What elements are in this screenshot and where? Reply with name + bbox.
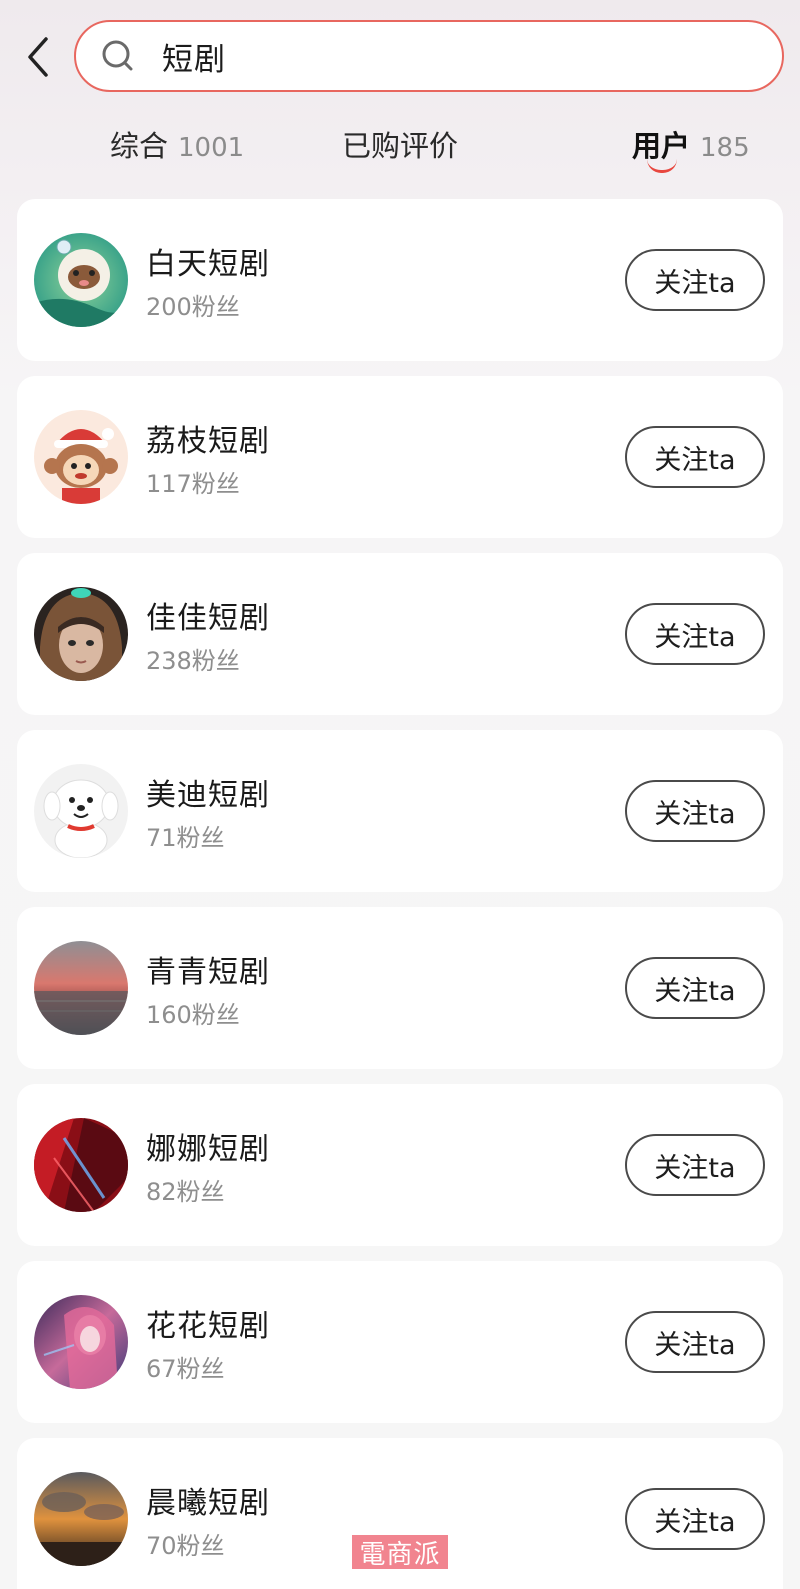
result-tabs: 综合 1001 已购评价 用户 185 <box>0 115 800 187</box>
tab-purchased-reviews[interactable]: 已购评价 <box>342 123 458 165</box>
chevron-left-icon <box>28 37 48 77</box>
avatar[interactable] <box>34 941 128 1035</box>
avatar[interactable] <box>34 233 128 327</box>
user-name: 晨曦短剧 <box>146 1486 270 1521</box>
follow-button[interactable]: 关注ta <box>625 1134 765 1196</box>
user-name: 佳佳短剧 <box>146 601 270 636</box>
tab-all[interactable]: 综合 1001 <box>110 123 244 165</box>
search-header: 短剧 <box>0 0 800 110</box>
user-card[interactable]: 花花短剧 67粉丝 关注ta <box>17 1261 783 1423</box>
follow-button[interactable]: 关注ta <box>625 603 765 665</box>
search-query-text[interactable]: 短剧 <box>162 34 226 79</box>
avatar[interactable] <box>34 764 128 858</box>
fan-count: 200粉丝 <box>146 293 240 321</box>
follow-button[interactable]: 关注ta <box>625 426 765 488</box>
avatar[interactable] <box>34 1118 128 1212</box>
fan-count: 71粉丝 <box>146 824 225 852</box>
tab-reviews-label: 已购评价 <box>342 129 459 163</box>
user-card[interactable]: 白天短剧 200粉丝 关注ta <box>17 199 783 361</box>
fan-count: 67粉丝 <box>146 1355 225 1383</box>
fan-count: 70粉丝 <box>146 1532 225 1560</box>
follow-button[interactable]: 关注ta <box>625 249 765 311</box>
search-results-page: 短剧 综合 1001 已购评价 用户 185 白天短剧 200粉丝 关注ta 荔… <box>0 0 800 1589</box>
follow-button[interactable]: 关注ta <box>625 780 765 842</box>
active-tab-indicator <box>647 159 677 173</box>
user-card[interactable]: 青青短剧 160粉丝 关注ta <box>17 907 783 1069</box>
watermark-logo: 電商派 <box>352 1535 448 1570</box>
search-input[interactable]: 短剧 <box>74 20 784 92</box>
follow-button[interactable]: 关注ta <box>625 1488 765 1550</box>
user-name: 荔枝短剧 <box>146 424 270 459</box>
user-name: 花花短剧 <box>146 1309 270 1344</box>
fan-count: 82粉丝 <box>146 1178 225 1206</box>
user-name: 白天短剧 <box>146 247 270 282</box>
user-card[interactable]: 美迪短剧 71粉丝 关注ta <box>17 730 783 892</box>
avatar[interactable] <box>34 587 128 681</box>
user-name: 青青短剧 <box>146 955 270 990</box>
user-card[interactable]: 娜娜短剧 82粉丝 关注ta <box>17 1084 783 1246</box>
tab-all-count: 1001 <box>178 133 245 163</box>
follow-button[interactable]: 关注ta <box>625 957 765 1019</box>
user-name: 娜娜短剧 <box>146 1132 270 1167</box>
avatar[interactable] <box>34 410 128 504</box>
avatar[interactable] <box>34 1295 128 1389</box>
avatar[interactable] <box>34 1472 128 1566</box>
follow-button[interactable]: 关注ta <box>625 1311 765 1373</box>
fan-count: 117粉丝 <box>146 470 240 498</box>
tab-users-count: 185 <box>700 133 750 163</box>
user-name: 美迪短剧 <box>146 778 270 813</box>
fan-count: 238粉丝 <box>146 647 240 675</box>
back-button[interactable] <box>18 28 58 86</box>
user-card[interactable]: 佳佳短剧 238粉丝 关注ta <box>17 553 783 715</box>
fan-count: 160粉丝 <box>146 1001 240 1029</box>
tab-all-label: 综合 <box>110 129 169 163</box>
search-icon <box>100 38 136 74</box>
user-card[interactable]: 荔枝短剧 117粉丝 关注ta <box>17 376 783 538</box>
